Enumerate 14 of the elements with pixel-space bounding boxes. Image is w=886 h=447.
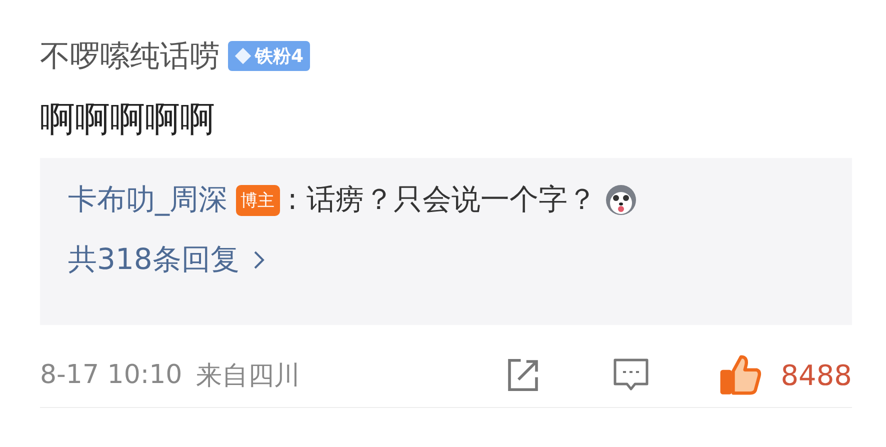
reply-text: : 话痨？只会说一个字？ <box>288 181 596 218</box>
author-badge: 博主 <box>236 184 280 216</box>
dog-emoji-icon <box>604 184 636 216</box>
comment-time: 8-17 10:10 <box>40 360 182 390</box>
comment-location: 来自四川 <box>196 360 300 392</box>
comment-text: 啊啊啊啊啊 <box>40 99 216 142</box>
thumbs-up-icon[interactable] <box>718 353 763 397</box>
fan-badge: 铁粉4 <box>228 41 310 71</box>
chevron-icon <box>253 250 266 270</box>
more-replies-link[interactable]: 共318条回复 <box>68 240 266 280</box>
comment-icon[interactable] <box>612 357 649 393</box>
like-count: 8488 <box>780 358 852 392</box>
reply-author[interactable]: 卡布叻_周深 <box>68 180 228 220</box>
username[interactable]: 不啰嗦纯话唠 <box>40 36 220 76</box>
